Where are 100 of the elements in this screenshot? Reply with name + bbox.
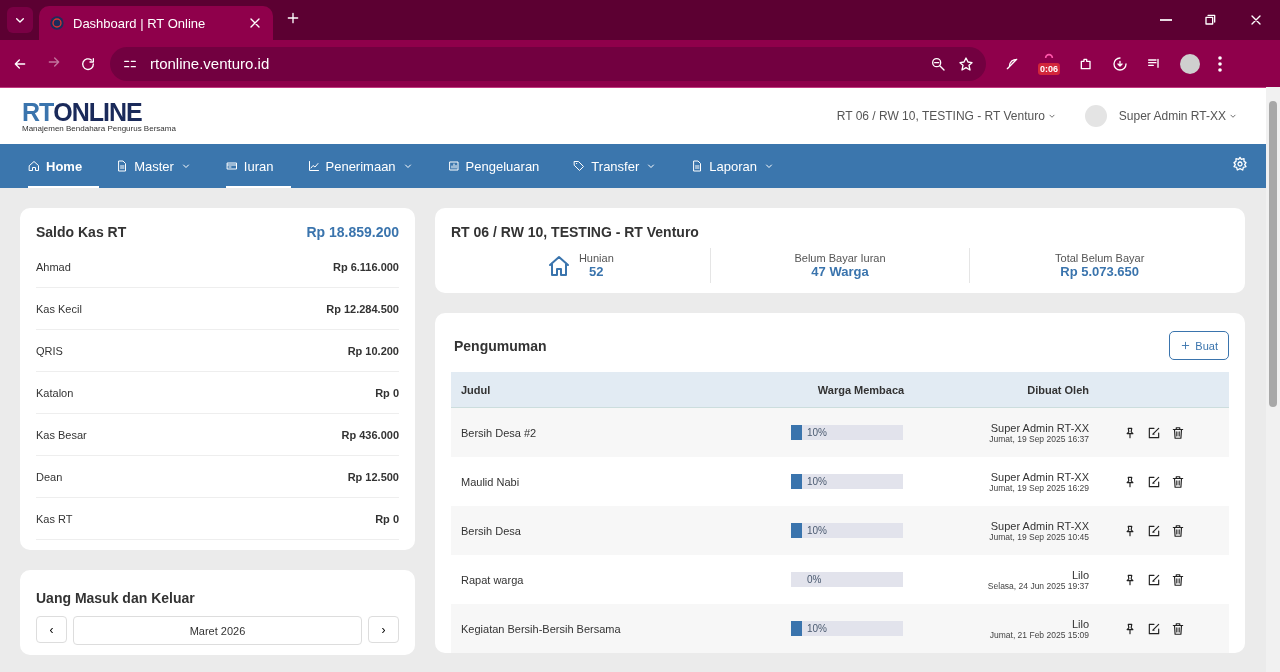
delete-button[interactable] xyxy=(1171,621,1185,636)
profile-avatar[interactable] xyxy=(1180,53,1200,74)
timer-badge: 0:06 xyxy=(1038,62,1060,75)
edit-button[interactable] xyxy=(1147,425,1161,440)
edit-icon xyxy=(1147,523,1161,538)
month-selector[interactable]: Maret 2026 xyxy=(73,616,362,645)
pin-button[interactable] xyxy=(1123,572,1137,587)
card-title: Uang Masuk dan Keluar xyxy=(36,590,196,606)
edit-icon xyxy=(1147,474,1161,489)
organization-dropdown[interactable]: RT 06 / RW 10, TESTING - RT Venturo xyxy=(830,108,1063,124)
stat-value: 52 xyxy=(589,264,604,279)
settings-icon xyxy=(1232,156,1248,172)
read-progress-bar: 10% xyxy=(791,523,903,538)
trash-icon xyxy=(1171,474,1185,489)
previous-month-button[interactable]: ‹ xyxy=(36,616,67,643)
account-name: Kas Kecil xyxy=(36,302,82,315)
author-name: Super Admin RT-XX xyxy=(990,470,1089,483)
account-balance: Rp 0 xyxy=(375,386,399,399)
pin-button[interactable] xyxy=(1123,621,1137,636)
edit-icon xyxy=(1147,572,1161,587)
stat-value: 47 Warga xyxy=(811,264,869,279)
account-name: QRIS xyxy=(36,344,63,357)
created-date: Selasa, 24 Jun 2025 19:37 xyxy=(987,580,1089,591)
minimize-icon xyxy=(1160,19,1172,21)
table-cell-text: Bersih Desa #2 xyxy=(461,426,538,439)
account-balance: Rp 12.500 xyxy=(347,470,399,483)
nav-item[interactable]: Pengeluaran xyxy=(447,144,557,188)
document-icon xyxy=(691,160,704,172)
stat-value: Rp 5.073.650 xyxy=(1060,264,1140,279)
trash-icon xyxy=(1171,425,1185,440)
stat-label: Belum Bayar Iuran xyxy=(794,252,886,264)
edit-icon xyxy=(1147,621,1161,636)
total-balance: Rp 18.859.200 xyxy=(306,224,399,240)
nav-item[interactable]: Iuran xyxy=(225,144,291,188)
account-balance: Rp 436.000 xyxy=(341,428,399,441)
trash-icon xyxy=(1171,621,1185,636)
trash-icon xyxy=(1171,572,1185,587)
url-text: rtonline.venturo.id xyxy=(150,55,271,72)
nav-item[interactable]: Master xyxy=(116,144,209,188)
edit-button[interactable] xyxy=(1147,523,1161,538)
created-date: Jumat, 19 Sep 2025 16:37 xyxy=(989,433,1089,444)
delete-button[interactable] xyxy=(1171,572,1185,587)
user-menu[interactable]: Super Admin RT-XX xyxy=(1112,108,1244,124)
create-button[interactable]: Buat xyxy=(1169,331,1229,360)
pin-icon xyxy=(1123,621,1137,636)
card-title: RT 06 / RW 10, TESTING - RT Venturo xyxy=(451,224,700,240)
house-icon xyxy=(546,253,571,278)
logo: RTONLINE Manajemen Bendahara Pengurus Bersama xyxy=(22,99,176,133)
card-title: Saldo Kas RT xyxy=(36,224,127,240)
tag-icon xyxy=(573,160,586,172)
account-balance: Rp 0 xyxy=(375,512,399,525)
nav-item[interactable]: Laporan xyxy=(691,144,792,188)
pin-icon xyxy=(1123,572,1137,587)
home-icon xyxy=(28,160,40,172)
card-title: Pengumuman xyxy=(454,337,547,354)
delete-button[interactable] xyxy=(1171,425,1185,440)
nav-item[interactable]: Transfer xyxy=(573,144,675,188)
address-bar[interactable]: rtonline.venturo.id xyxy=(110,46,986,81)
author-name: Lilo xyxy=(1071,617,1089,630)
plus-icon xyxy=(1180,340,1192,351)
table-cell-text: Bersih Desa xyxy=(461,524,522,537)
pin-icon xyxy=(1123,425,1137,440)
scrollbar[interactable] xyxy=(1266,87,1280,672)
edit-button[interactable] xyxy=(1147,572,1161,587)
pin-button[interactable] xyxy=(1123,425,1137,440)
line-chart-icon xyxy=(307,160,320,172)
account-name: Ahmad xyxy=(36,260,71,273)
account-name: Dean xyxy=(36,470,63,483)
menu-icon[interactable] xyxy=(1218,55,1222,72)
read-progress-bar: 10% xyxy=(791,621,903,636)
trash-icon xyxy=(1171,523,1185,538)
delete-button[interactable] xyxy=(1171,474,1185,489)
column-header: Dibuat Oleh xyxy=(1026,383,1089,396)
next-month-button[interactable]: › xyxy=(368,616,399,643)
author-name: Lilo xyxy=(1071,568,1089,581)
nav-item[interactable]: Penerimaan xyxy=(307,144,431,188)
pin-icon xyxy=(1123,474,1137,489)
download-icon xyxy=(1112,55,1128,72)
stat-label: Total Belum Bayar xyxy=(1055,252,1145,264)
pin-button[interactable] xyxy=(1123,474,1137,489)
account-name: Kas Besar xyxy=(36,428,87,441)
pin-button[interactable] xyxy=(1123,523,1137,538)
table-cell-text: Rapat warga xyxy=(461,573,525,586)
document-icon xyxy=(116,160,129,172)
created-date: Jumat, 19 Sep 2025 10:45 xyxy=(989,531,1089,542)
table-cell-text: Kegiatan Bersih-Bersih Bersama xyxy=(461,622,622,635)
edit-button[interactable] xyxy=(1147,474,1161,489)
column-header: Warga Membaca xyxy=(816,383,906,396)
browser-tab[interactable]: Dashboard | RT Online xyxy=(39,6,273,40)
column-header: Judul xyxy=(461,383,492,396)
site-icon xyxy=(49,15,65,31)
read-progress-bar: 0% xyxy=(791,572,903,587)
user-avatar xyxy=(1084,105,1107,127)
nav-item[interactable]: Home xyxy=(28,144,100,188)
edit-button[interactable] xyxy=(1147,621,1161,636)
delete-button[interactable] xyxy=(1171,523,1185,538)
card-icon xyxy=(225,160,238,172)
author-name: Super Admin RT-XX xyxy=(990,421,1089,434)
star-icon xyxy=(958,55,974,72)
account-name: Kas RT xyxy=(36,512,73,525)
